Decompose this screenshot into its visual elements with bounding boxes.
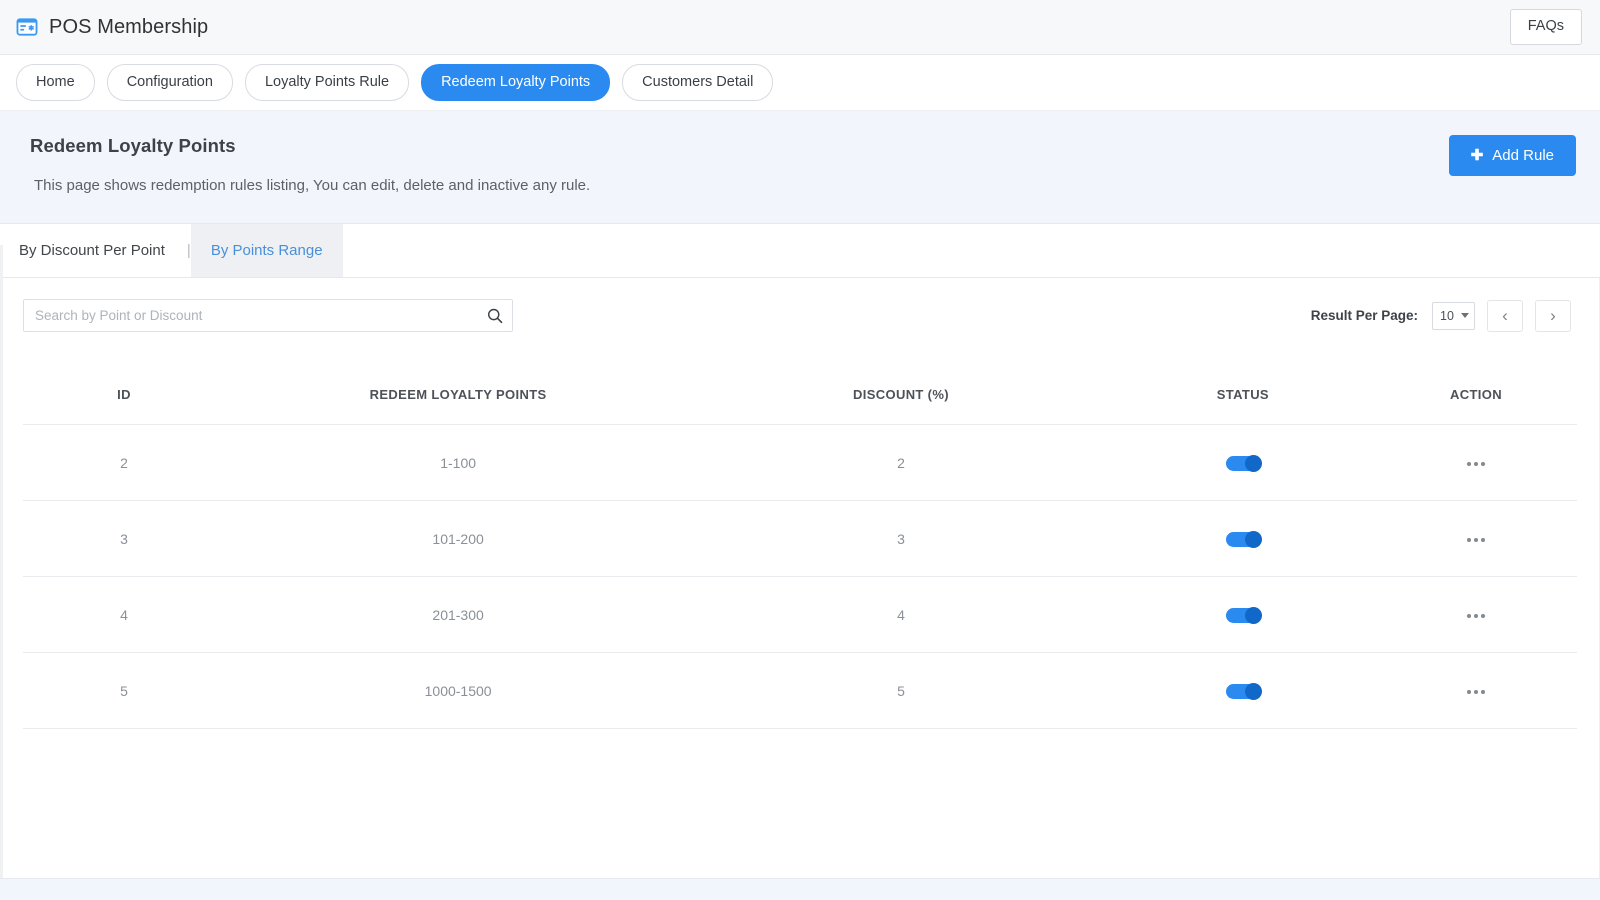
cell-status: [1110, 500, 1375, 577]
nav-item-redeem-loyalty-points[interactable]: Redeem Loyalty Points: [421, 64, 611, 101]
more-dots-icon[interactable]: [1463, 456, 1489, 472]
cell-id: 2: [23, 424, 226, 501]
cell-action: [1374, 500, 1577, 577]
search-icon[interactable]: [486, 307, 504, 325]
status-toggle[interactable]: [1225, 530, 1262, 548]
page-description: This page shows redemption rules listing…: [34, 177, 591, 194]
cell-id: 3: [23, 500, 226, 577]
table-body: 2 1-100 2 3 101-200 3 4 201-300 4 5 1000…: [23, 424, 1577, 729]
pagination-controls: Result Per Page: 10 ‹ ›: [1310, 299, 1571, 332]
page-title: Redeem Loyalty Points: [30, 135, 236, 156]
status-toggle[interactable]: [1225, 454, 1262, 472]
table-head: ID REDEEM LOYALTY POINTS DISCOUNT (%) ST…: [23, 353, 1577, 425]
result-per-page-select[interactable]: 10: [1432, 301, 1475, 330]
top-bar: POS Membership FAQs: [0, 0, 1600, 55]
left-edge-strip: [0, 245, 3, 878]
status-toggle[interactable]: [1225, 606, 1262, 624]
cell-discount: 2: [691, 424, 1111, 501]
id-card-icon: [16, 16, 38, 38]
table-header-row: ID REDEEM LOYALTY POINTS DISCOUNT (%) ST…: [23, 353, 1577, 425]
nav-item-loyalty-points-rule[interactable]: Loyalty Points Rule: [244, 64, 410, 101]
cell-action: [1374, 576, 1577, 653]
table-row: 4 201-300 4: [23, 576, 1577, 653]
tab-by-points-range[interactable]: By Points Range: [190, 224, 343, 277]
table-container: ID REDEEM LOYALTY POINTS DISCOUNT (%) ST…: [1, 353, 1599, 878]
column-header-action: ACTION: [1374, 353, 1577, 425]
status-toggle[interactable]: [1225, 682, 1262, 700]
app-root: POS Membership FAQs Home Configuration L…: [0, 0, 1600, 900]
table-row: 3 101-200 3: [23, 500, 1577, 577]
result-per-page-value: 10: [1440, 308, 1454, 323]
faqs-button[interactable]: FAQs: [1509, 9, 1582, 45]
brand: POS Membership: [16, 16, 208, 39]
cell-action: [1374, 424, 1577, 501]
more-dots-icon[interactable]: [1463, 684, 1489, 700]
main-nav: Home Configuration Loyalty Points Rule R…: [0, 55, 1600, 111]
search-box: [23, 299, 513, 332]
cell-status: [1110, 424, 1375, 501]
table-row: 2 1-100 2: [23, 424, 1577, 501]
plus-icon: ✚: [1470, 147, 1484, 164]
add-rule-button[interactable]: ✚ Add Rule: [1448, 135, 1576, 176]
prev-page-button[interactable]: ‹: [1487, 299, 1523, 332]
page-header-text: Redeem Loyalty Points This page shows re…: [30, 133, 590, 194]
rules-table: ID REDEEM LOYALTY POINTS DISCOUNT (%) ST…: [23, 353, 1577, 729]
content-card: Result Per Page: 10 ‹ › ID REDEEM LOYALT…: [0, 278, 1600, 878]
page-header: Redeem Loyalty Points This page shows re…: [0, 111, 1600, 224]
footer-band: [0, 878, 1600, 900]
cell-discount: 4: [691, 576, 1111, 653]
cell-points: 201-300: [225, 576, 692, 653]
tab-by-discount-per-point[interactable]: By Discount Per Point: [16, 224, 187, 277]
nav-item-home[interactable]: Home: [16, 64, 95, 101]
cell-status: [1110, 652, 1375, 729]
more-dots-icon[interactable]: [1463, 532, 1489, 548]
column-header-points: REDEEM LOYALTY POINTS: [225, 353, 692, 425]
cell-action: [1374, 652, 1577, 729]
app-title: POS Membership: [49, 15, 209, 38]
nav-item-configuration[interactable]: Configuration: [106, 64, 233, 101]
cell-discount: 5: [691, 652, 1111, 729]
cell-points: 101-200: [225, 500, 692, 577]
next-page-button[interactable]: ›: [1535, 299, 1571, 332]
cell-status: [1110, 576, 1375, 653]
cell-id: 5: [23, 652, 226, 729]
column-header-status: STATUS: [1110, 353, 1375, 425]
cell-points: 1-100: [225, 424, 692, 501]
column-header-id: ID: [23, 353, 226, 425]
more-dots-icon[interactable]: [1463, 608, 1489, 624]
cell-id: 4: [23, 576, 226, 653]
table-toolbar: Result Per Page: 10 ‹ ›: [1, 278, 1599, 353]
table-row: 5 1000-1500 5: [23, 652, 1577, 729]
add-rule-label: Add Rule: [1492, 147, 1554, 164]
sub-tabs: By Discount Per Point | By Points Range: [0, 224, 1600, 278]
result-per-page-label: Result Per Page:: [1310, 308, 1418, 323]
nav-item-customers-detail[interactable]: Customers Detail: [622, 64, 774, 101]
cell-discount: 3: [691, 500, 1111, 577]
chevron-down-icon: [1461, 313, 1469, 318]
cell-points: 1000-1500: [225, 652, 692, 729]
column-header-discount: DISCOUNT (%): [691, 353, 1111, 425]
search-input[interactable]: [23, 299, 513, 332]
